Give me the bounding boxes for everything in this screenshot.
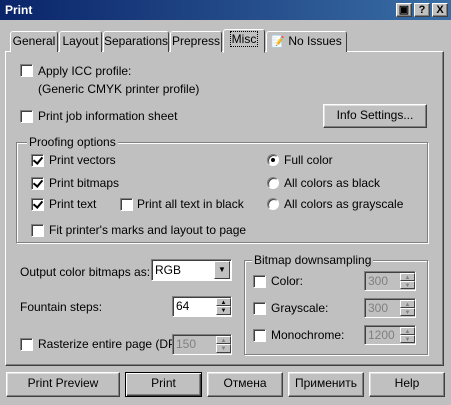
apply-icc-checkbox[interactable] <box>20 64 33 77</box>
close-button[interactable]: X <box>432 3 448 17</box>
spin-down-icon[interactable]: ▼ <box>216 306 231 315</box>
apply-icc-label: Apply ICC profile: <box>38 64 132 78</box>
all-colors-grayscale-label: All colors as grayscale <box>284 197 404 211</box>
print-all-text-black-checkbox[interactable] <box>120 198 133 211</box>
spin-down-icon: ▼ <box>216 344 231 353</box>
rasterize-dpi-value: 150 <box>176 337 197 351</box>
all-colors-black-label: All colors as black <box>284 176 381 190</box>
downsample-color-label: Color: <box>271 274 304 288</box>
chevron-down-icon[interactable]: ▼ <box>214 261 230 279</box>
spin-down-icon: ▼ <box>400 308 415 316</box>
tab-separations[interactable]: Separations <box>103 31 169 52</box>
spin-up-icon: ▲ <box>216 336 231 344</box>
spin-up-icon: ▲ <box>400 273 415 281</box>
print-bitmaps-label: Print bitmaps <box>49 176 120 190</box>
downsample-color-value: 300 <box>368 274 389 288</box>
print-all-text-black-label: Print all text in black <box>137 197 244 211</box>
tab-no-issues[interactable]: 📝 No Issues <box>266 31 347 52</box>
tab-label: General <box>12 34 56 48</box>
print-text-checkbox[interactable] <box>31 198 44 211</box>
cancel-button[interactable]: Отмена <box>207 372 283 397</box>
downsample-monochrome-label: Monochrome: <box>271 328 345 342</box>
print-job-info-checkbox[interactable] <box>20 110 33 123</box>
proofing-options-title: Proofing options <box>27 135 118 149</box>
spin-down-icon: ▼ <box>400 335 415 343</box>
icc-profile-name: (Generic CMYK printer profile) <box>38 82 200 96</box>
apply-button[interactable]: Применить <box>288 372 364 397</box>
fit-marks-checkbox[interactable] <box>31 224 44 237</box>
print-button[interactable]: Print <box>125 372 202 397</box>
rasterize-checkbox[interactable] <box>20 338 33 351</box>
downsample-color-checkbox[interactable] <box>253 275 266 288</box>
downsample-grayscale-checkbox[interactable] <box>253 302 266 315</box>
help-button[interactable]: ? <box>414 3 430 17</box>
spin-down-icon: ▼ <box>400 281 415 289</box>
info-settings-button[interactable]: Info Settings... <box>323 104 427 128</box>
tab-label: Layout <box>62 34 99 48</box>
full-color-label: Full color <box>284 153 333 167</box>
tab-layout[interactable]: Layout <box>59 31 102 52</box>
rasterize-label: Rasterize entire page (DPI): <box>38 337 187 351</box>
tab-general[interactable]: General <box>10 31 58 52</box>
print-bitmaps-checkbox[interactable] <box>31 177 44 190</box>
tab-prepress[interactable]: Prepress <box>170 31 222 52</box>
print-vectors-checkbox[interactable] <box>31 154 44 167</box>
fit-marks-label: Fit printer's marks and layout to page <box>49 223 247 237</box>
title-bar[interactable]: Print ▣ ? X <box>0 0 451 20</box>
fountain-steps-value: 64 <box>176 299 190 313</box>
bitmap-downsampling-title: Bitmap downsampling <box>252 253 374 267</box>
downsample-grayscale-value: 300 <box>368 301 389 315</box>
issues-icon: 📝 <box>271 36 285 48</box>
downsample-grayscale-label: Grayscale: <box>271 301 329 315</box>
print-preview-button[interactable]: Print Preview <box>6 372 120 397</box>
spin-up-icon: ▲ <box>400 300 415 308</box>
restore-icon[interactable]: ▣ <box>396 3 412 17</box>
spin-up-icon[interactable]: ▲ <box>216 298 231 306</box>
print-text-label: Print text <box>49 197 97 211</box>
tab-label: Misc <box>229 31 259 47</box>
print-job-info-label: Print job information sheet <box>38 109 178 123</box>
tab-label: No Issues <box>288 34 342 48</box>
help-button-bottom[interactable]: Help <box>369 372 445 397</box>
window-title: Print <box>5 3 33 17</box>
print-vectors-label: Print vectors <box>49 153 116 167</box>
tab-label: Prepress <box>171 34 221 48</box>
downsample-monochrome-value: 1200 <box>368 328 395 342</box>
tab-label: Separations <box>104 34 169 48</box>
tab-misc[interactable]: Misc <box>223 29 265 53</box>
all-colors-grayscale-radio[interactable] <box>267 198 279 210</box>
full-color-radio[interactable] <box>267 154 279 166</box>
output-color-label: Output color bitmaps as: <box>20 265 151 279</box>
downsample-monochrome-checkbox[interactable] <box>253 329 266 342</box>
all-colors-black-radio[interactable] <box>267 177 279 189</box>
spin-up-icon: ▲ <box>400 327 415 335</box>
fountain-steps-label: Fountain steps: <box>20 300 103 314</box>
output-color-value: RGB <box>155 263 182 277</box>
